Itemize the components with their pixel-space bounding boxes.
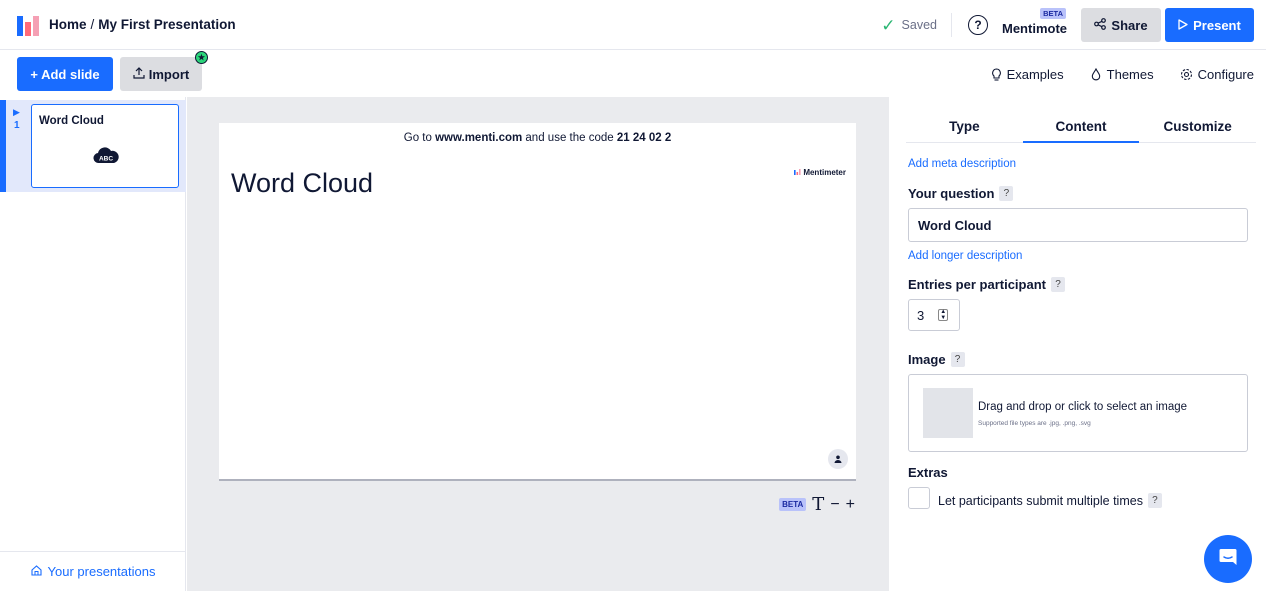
slide-thumbnail[interactable]: Word Cloud ABC <box>31 104 179 188</box>
upload-icon <box>133 66 145 82</box>
mentimeter-brand: Mentimeter <box>794 168 846 177</box>
active-slide-indicator <box>0 100 6 192</box>
entries-value: 3 <box>917 307 925 323</box>
slide-canvas-area: Go to www.menti.com and use the code 21 … <box>187 97 889 591</box>
home-icon <box>30 564 42 579</box>
mentimote-button[interactable]: Mentimote BETA <box>1002 7 1067 36</box>
entries-help-icon[interactable]: ? <box>1050 277 1065 292</box>
decrease-font-button[interactable]: − <box>830 496 839 514</box>
image-label-text: Image <box>908 352 946 367</box>
tab-type[interactable]: Type <box>906 115 1023 143</box>
examples-label: Examples <box>1006 66 1064 82</box>
slide-list-item[interactable]: ▶ 1 Word Cloud ABC <box>0 100 186 192</box>
question-input[interactable]: Word Cloud <box>908 208 1248 242</box>
image-drop-subtext: Supported file types are .jpg, .png, .sv… <box>978 420 1091 427</box>
stepper-arrows-icon[interactable]: ▲ ▼ <box>938 309 949 321</box>
add-slide-label: + Add slide <box>30 66 100 82</box>
editor-panel: Type Content Customize Add meta descript… <box>889 97 1266 591</box>
question-help-icon[interactable]: ? <box>999 186 1014 201</box>
play-icon <box>1178 18 1188 33</box>
add-longer-description-link[interactable]: Add longer description <box>908 250 1022 262</box>
image-help-icon[interactable]: ? <box>950 352 965 367</box>
multiple-submit-text: Let participants submit multiple times <box>938 493 1143 508</box>
present-label: Present <box>1193 17 1241 33</box>
share-button[interactable]: Share <box>1081 8 1161 42</box>
image-placeholder <box>923 388 973 438</box>
your-presentations-link[interactable]: Your presentations <box>0 551 186 591</box>
presentation-title[interactable]: My First Presentation <box>98 17 235 32</box>
breadcrumb-separator: / <box>90 17 95 32</box>
themes-button[interactable]: Themes <box>1090 67 1154 82</box>
tab-customize[interactable]: Customize <box>1139 115 1257 143</box>
your-presentations-label: Your presentations <box>47 564 156 579</box>
present-button[interactable]: Present <box>1165 8 1254 42</box>
help-icon[interactable]: ? <box>968 15 988 35</box>
slide-number: 1 <box>14 120 20 131</box>
current-slide-icon: ▶ <box>13 107 20 117</box>
word-cloud-icon-text: ABC <box>99 156 113 163</box>
top-bar: Home / My First Presentation ✓ Saved ? M… <box>0 0 1266 50</box>
star-badge-icon: ★ <box>195 51 208 64</box>
mentimeter-logo-icon[interactable] <box>17 14 39 36</box>
gear-icon <box>1180 68 1193 81</box>
brand-label: Mentimeter <box>803 168 846 177</box>
slide-thumbnail-title: Word Cloud <box>39 115 104 127</box>
chat-icon <box>1218 547 1238 572</box>
join-instructions: Go to www.menti.com and use the code 21 … <box>219 132 856 144</box>
entries-label: Entries per participant ? <box>908 277 1065 292</box>
join-url: www.menti.com <box>435 132 523 144</box>
image-drop-text: Drag and drop or click to select an imag… <box>978 401 1188 413</box>
multiple-submit-help-icon[interactable]: ? <box>1147 493 1162 508</box>
toolbar-right: Examples Themes Configure <box>991 51 1254 97</box>
image-label: Image ? <box>908 352 965 367</box>
text-size-icon[interactable]: T <box>812 494 824 515</box>
multiple-submit-label: Let participants submit multiple times ? <box>938 493 1162 508</box>
toolbar: + Add slide Import ★ Examples Themes Con… <box>0 51 1266 97</box>
slide-list: ▶ 1 Word Cloud ABC Your presentations <box>0 97 186 591</box>
question-label-text: Your question <box>908 186 995 201</box>
saved-label: Saved <box>901 18 937 32</box>
slide-preview[interactable]: Go to www.menti.com and use the code 21 … <box>219 123 856 481</box>
add-slide-button[interactable]: + Add slide <box>17 57 113 91</box>
join-prefix: Go to <box>403 132 436 144</box>
beta-badge: BETA <box>1040 7 1066 19</box>
entries-label-text: Entries per participant <box>908 277 1046 292</box>
add-meta-description-link[interactable]: Add meta description <box>908 158 1016 170</box>
check-icon: ✓ <box>881 15 896 35</box>
saved-status: ✓ Saved <box>881 13 952 37</box>
entries-stepper[interactable]: 3 ▲ ▼ <box>908 299 960 331</box>
breadcrumb: Home / My First Presentation <box>49 17 236 32</box>
configure-label: Configure <box>1197 66 1254 82</box>
share-label: Share <box>1111 17 1148 33</box>
configure-button[interactable]: Configure <box>1180 67 1254 82</box>
import-label: Import <box>148 66 190 82</box>
lightbulb-icon <box>991 67 1002 81</box>
extras-label: Extras <box>908 465 948 480</box>
top-actions: ✓ Saved ? Mentimote BETA Share Present <box>881 0 1254 50</box>
question-label: Your question ? <box>908 186 1014 201</box>
font-size-controls: BETA T − + <box>779 494 855 515</box>
breadcrumb-home[interactable]: Home <box>49 17 87 32</box>
font-beta-badge: BETA <box>779 498 807 511</box>
examples-button[interactable]: Examples <box>991 67 1064 82</box>
import-button[interactable]: Import ★ <box>120 51 208 91</box>
themes-label: Themes <box>1106 66 1154 82</box>
extras-label-text: Extras <box>908 465 948 480</box>
join-code: 21 24 02 2 <box>616 132 672 144</box>
image-dropzone[interactable]: Drag and drop or click to select an imag… <box>908 374 1248 452</box>
mentimote-label: Mentimote <box>1002 20 1067 36</box>
join-middle: and use the code <box>522 132 617 144</box>
participant-icon <box>828 449 848 469</box>
tab-content[interactable]: Content <box>1022 115 1140 143</box>
slide-title[interactable]: Word Cloud <box>231 168 373 199</box>
chat-button[interactable] <box>1204 535 1252 583</box>
multiple-submit-checkbox[interactable] <box>908 487 930 509</box>
share-icon <box>1094 17 1107 33</box>
word-cloud-icon: ABC <box>93 145 119 170</box>
increase-font-button[interactable]: + <box>846 496 855 514</box>
brand-bars-icon <box>794 168 801 177</box>
panel-tabs: Type Content Customize <box>906 115 1257 143</box>
drop-icon <box>1090 67 1102 81</box>
